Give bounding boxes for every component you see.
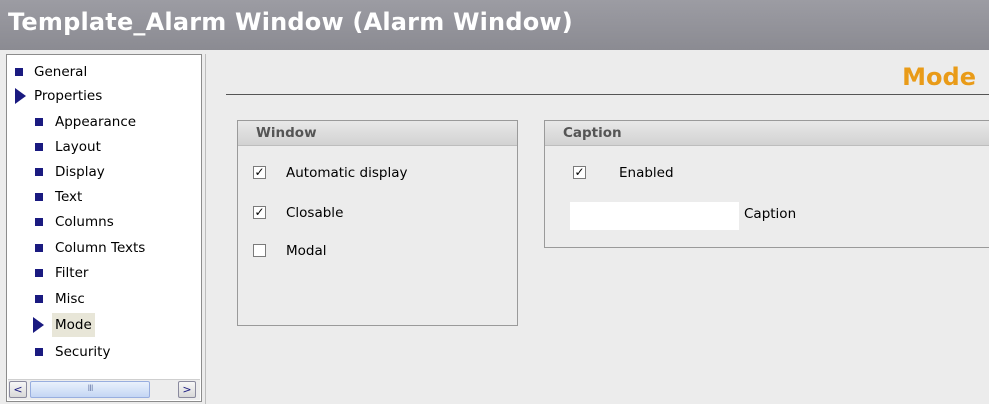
modal-checkbox[interactable]	[253, 244, 266, 257]
bullet-icon	[15, 68, 23, 76]
horizontal-scrollbar[interactable]: < III >	[8, 379, 200, 400]
properties-content: Mode Window ✓ Automatic display ✓ Closab…	[205, 54, 989, 404]
tree-item-label: Filter	[55, 265, 89, 281]
tree-item-label: Properties	[34, 88, 103, 104]
tree-item-label: Column Texts	[55, 240, 146, 256]
tree-item-label: Columns	[55, 214, 114, 230]
bullet-icon	[35, 118, 43, 126]
bullet-icon	[35, 295, 43, 303]
automatic-display-label: Automatic display	[286, 165, 408, 181]
bullet-icon	[35, 269, 43, 277]
bullet-icon	[35, 193, 43, 201]
automatic-display-checkbox[interactable]: ✓	[253, 166, 266, 179]
tree-item-label: Misc	[55, 291, 85, 307]
tree-item-label: Display	[55, 164, 105, 180]
caption-group-title: Caption	[545, 121, 989, 146]
scroll-right-button[interactable]: >	[178, 381, 196, 398]
bullet-icon	[35, 244, 43, 252]
enabled-label: Enabled	[619, 165, 674, 181]
bullet-icon	[35, 143, 43, 151]
tree-item-label: Text	[55, 189, 83, 205]
scroll-left-button[interactable]: <	[9, 381, 27, 398]
window-group-title: Window	[238, 121, 517, 146]
window-group: Window ✓ Automatic display ✓ Closable Mo…	[237, 120, 518, 326]
tree-item-label: Security	[55, 344, 111, 360]
properties-tree[interactable]: General Properties Appearance Layout Dis…	[6, 54, 202, 402]
bullet-icon	[35, 348, 43, 356]
tree-item-label: Mode	[52, 313, 95, 337]
enabled-checkbox[interactable]: ✓	[573, 166, 586, 179]
tree-item-label: General	[34, 64, 88, 80]
bullet-icon	[35, 168, 43, 176]
caption-group: Caption ✓ Enabled Caption	[544, 120, 989, 248]
selected-arrow-icon	[33, 317, 44, 333]
scroll-thumb[interactable]: III	[30, 381, 150, 398]
bullet-icon	[35, 218, 43, 226]
window-title-bar: Template_Alarm Window (Alarm Window)	[0, 0, 989, 50]
heading-divider	[226, 94, 989, 95]
tree-item-label: Layout	[55, 139, 101, 155]
caption-label: Caption	[744, 206, 797, 222]
closable-label: Closable	[286, 205, 344, 221]
expanded-arrow-icon[interactable]	[15, 88, 26, 104]
closable-checkbox[interactable]: ✓	[253, 206, 266, 219]
modal-label: Modal	[286, 243, 327, 259]
tree-item-label: Appearance	[55, 114, 137, 130]
caption-input[interactable]	[570, 202, 739, 230]
window-title: Template_Alarm Window (Alarm Window)	[8, 8, 573, 36]
page-heading: Mode	[902, 63, 976, 91]
